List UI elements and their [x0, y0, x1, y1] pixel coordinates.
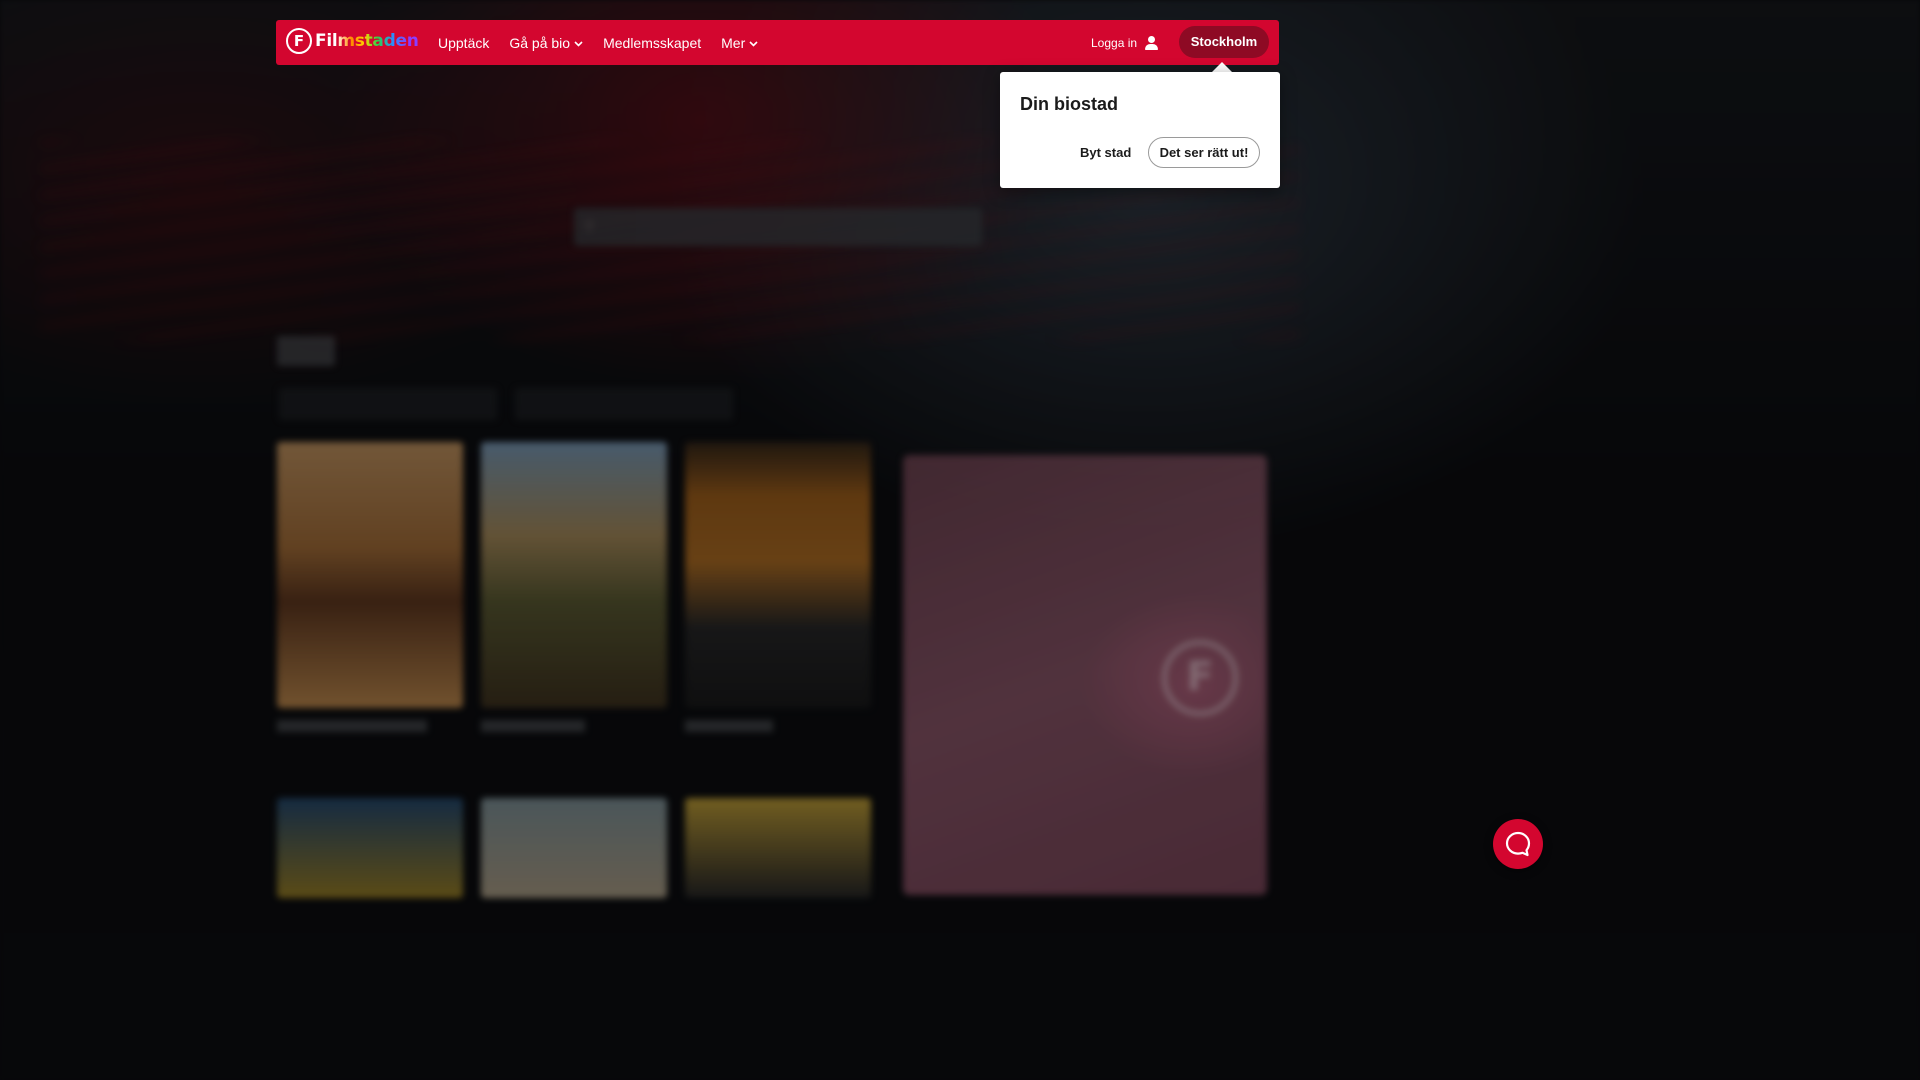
nav-item-medlemsskapet[interactable]: Medlemsskapet — [603, 35, 701, 51]
nav-item-label: Gå på bio — [509, 34, 571, 51]
top-navbar: F Filmstaden Upptäck Gå på bio Medlemssk… — [276, 20, 1279, 65]
nav-item-mer[interactable]: Mer — [721, 35, 758, 51]
logo-text: Filmstaden — [315, 31, 419, 51]
chevron-down-icon — [574, 39, 583, 49]
nav-item-label: Medlemsskapet — [603, 34, 702, 51]
nav-item-label: Upptäck — [438, 34, 490, 51]
chat-button[interactable] — [1493, 819, 1543, 869]
page-overlay — [0, 0, 1920, 1080]
confirm-city-button[interactable]: Det ser rätt ut! — [1148, 137, 1260, 168]
city-popover: Din biostad Byt stad Det ser rätt ut! — [1000, 72, 1280, 188]
user-icon — [1144, 35, 1159, 50]
city-select-button[interactable]: Stockholm — [1179, 26, 1269, 58]
site-logo[interactable]: F Filmstaden — [286, 28, 419, 54]
nav-item-label: Mer — [721, 34, 746, 51]
nav-item-upptack[interactable]: Upptäck — [438, 35, 489, 51]
chat-icon — [1505, 831, 1531, 857]
popover-title: Din biostad — [1020, 94, 1118, 114]
main-nav: Upptäck Gå på bio Medlemsskapet Mer — [438, 20, 758, 65]
logo-icon: F — [286, 28, 312, 54]
chevron-down-icon — [749, 39, 758, 49]
login-label: Logga in — [1091, 35, 1138, 50]
login-link[interactable]: Logga in — [1091, 20, 1159, 65]
change-city-button[interactable]: Byt stad — [1080, 145, 1131, 160]
nav-item-ga-pa-bio[interactable]: Gå på bio — [509, 35, 583, 51]
